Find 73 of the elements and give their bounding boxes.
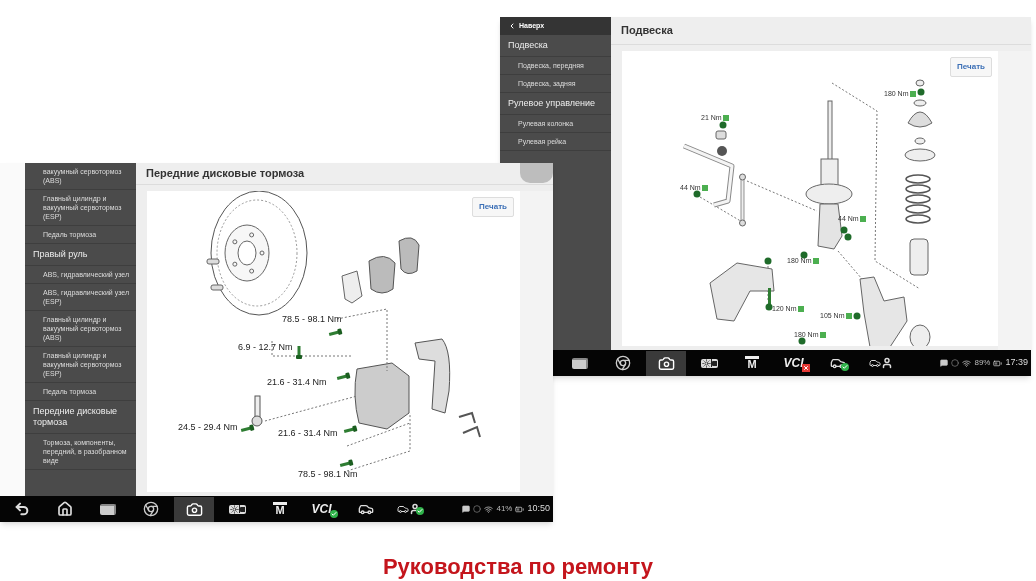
torque-mark-icon bbox=[819, 332, 826, 339]
battery-level: 89% bbox=[974, 357, 991, 369]
battery-icon bbox=[515, 504, 525, 514]
torque-mark-icon bbox=[722, 115, 729, 122]
bolt-icon bbox=[339, 459, 354, 467]
nut-icon bbox=[719, 121, 727, 129]
page-title: Подвеска bbox=[621, 23, 673, 39]
nut-icon bbox=[853, 312, 861, 320]
message-icon bbox=[940, 359, 949, 367]
browser-icon bbox=[615, 355, 631, 371]
caption: Руководства по ремонту bbox=[382, 553, 654, 581]
camera-button[interactable] bbox=[174, 496, 214, 522]
nut-icon bbox=[693, 190, 701, 198]
torque-mark-icon bbox=[797, 306, 804, 313]
battery-level: 41% bbox=[496, 503, 513, 515]
torque-mark-icon bbox=[845, 313, 852, 320]
nut-icon bbox=[917, 88, 925, 96]
bolt-icon bbox=[343, 425, 358, 433]
torque-value: 24.5 - 29.4 Nm bbox=[178, 421, 238, 434]
torque-mark-icon bbox=[812, 258, 819, 265]
camera-icon bbox=[657, 354, 675, 372]
brake-hose-fitting-drawing bbox=[251, 395, 263, 427]
back-arrow-icon bbox=[14, 501, 30, 517]
browser-icon bbox=[143, 501, 159, 517]
torque-value: 21.6 - 31.4 Nm bbox=[278, 427, 338, 440]
manual-button[interactable]: M bbox=[732, 350, 772, 376]
wifi-icon bbox=[962, 358, 972, 368]
torque-value: 78.5 - 98.1 Nm bbox=[298, 468, 358, 481]
torque-mark-icon bbox=[909, 91, 916, 98]
battery-icon bbox=[993, 358, 1003, 368]
nut-icon bbox=[800, 251, 808, 259]
clock-time: 10:50 bbox=[527, 502, 550, 516]
car-and-person-icon bbox=[869, 357, 893, 369]
message-icon bbox=[462, 505, 471, 513]
brightness-icon bbox=[228, 504, 246, 514]
manual-button[interactable]: M bbox=[260, 496, 300, 522]
camera-button[interactable] bbox=[646, 350, 686, 376]
nut-icon bbox=[764, 257, 772, 265]
bolt-icon bbox=[296, 346, 302, 359]
dust-boot-drawing bbox=[909, 238, 929, 276]
bolt-icon bbox=[328, 328, 343, 336]
stabilizer-link-drawing bbox=[739, 173, 746, 227]
print-button[interactable]: Печать bbox=[472, 197, 514, 217]
steering-knuckle-drawing bbox=[859, 276, 931, 346]
wheel-stud-icon bbox=[210, 284, 224, 291]
camera-icon bbox=[185, 500, 203, 518]
car-and-person-icon bbox=[397, 503, 421, 515]
windows-icon bbox=[100, 503, 116, 515]
vci-button[interactable]: VCI bbox=[775, 350, 815, 376]
page-title: Передние дисковые тормоза bbox=[146, 166, 305, 182]
nut-icon bbox=[798, 337, 806, 345]
vci-button[interactable]: VCI bbox=[303, 496, 343, 522]
wheel-stud-icon bbox=[206, 258, 220, 265]
bolt-icon bbox=[336, 372, 351, 380]
print-button[interactable]: Печать bbox=[950, 57, 992, 77]
clock-time: 17:39 bbox=[1005, 356, 1028, 370]
anti-rattle-clips-drawing bbox=[458, 411, 481, 438]
wifi-icon bbox=[484, 504, 494, 514]
torque-value: 78.5 - 98.1 Nm bbox=[282, 313, 342, 326]
floating-handle-icon bbox=[520, 163, 553, 183]
status-circle-icon bbox=[473, 505, 482, 513]
bolt-icon bbox=[240, 424, 255, 432]
torque-mark-icon bbox=[859, 216, 866, 223]
chevron-left-icon bbox=[508, 22, 516, 30]
windows-icon bbox=[572, 357, 588, 369]
status-circle-icon bbox=[951, 359, 960, 367]
torque-value: 21.6 - 31.4 Nm bbox=[267, 376, 327, 389]
nut-icon bbox=[765, 303, 773, 311]
torque-mark-icon bbox=[701, 185, 708, 192]
coil-spring-drawing bbox=[905, 174, 931, 224]
home-icon bbox=[57, 501, 73, 517]
brightness-icon bbox=[700, 358, 718, 368]
torque-value: 6.9 - 12.7 Nm bbox=[238, 341, 293, 354]
